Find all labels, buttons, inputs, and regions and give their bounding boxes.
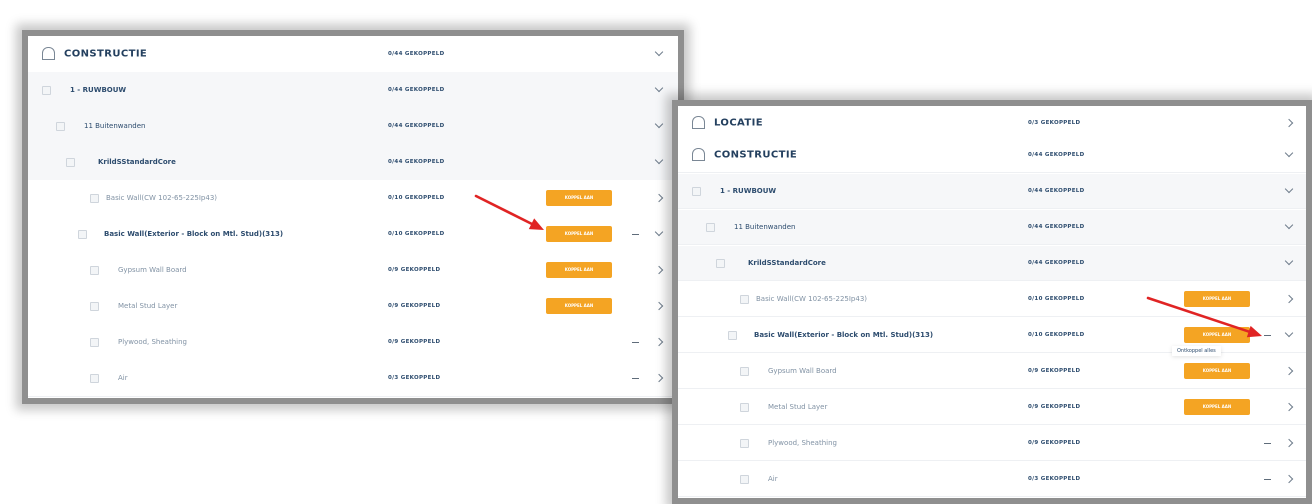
arrow-shaft: [1146, 296, 1251, 333]
arrow-head: [1246, 325, 1262, 338]
annotation-arrow-right: [1146, 296, 1262, 338]
